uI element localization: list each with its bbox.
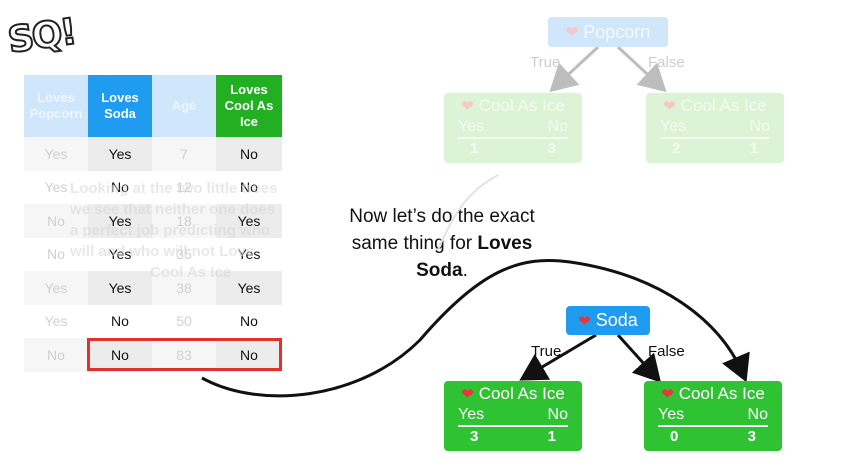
heart-icon: ❤ bbox=[578, 312, 591, 330]
leaf-no-label: No bbox=[547, 406, 568, 423]
faded-leaf-true: ❤ Cool As Ice Yes No 1 3 bbox=[444, 93, 582, 163]
leaf-title: Cool As Ice bbox=[680, 96, 767, 115]
faded-true-edge bbox=[549, 45, 600, 93]
soda-root-node: ❤ Soda bbox=[566, 306, 650, 335]
soda-leaf-true: ❤ Cool As Ice Yes No 3 1 bbox=[444, 381, 582, 451]
leaf-no-count: 1 bbox=[749, 140, 758, 157]
slide: SQ! Loves Popcorn Loves Soda Age Loves C… bbox=[0, 0, 848, 473]
heart-icon: ❤ bbox=[461, 98, 474, 115]
heart-icon: ❤ bbox=[661, 386, 674, 403]
faded-true-label: True bbox=[530, 54, 561, 71]
leaf-yes-count: 1 bbox=[470, 140, 479, 157]
leaf-yes-label: Yes bbox=[658, 406, 685, 423]
leaf-no-count: 3 bbox=[547, 140, 556, 157]
faded-false-label: False bbox=[648, 54, 685, 71]
leaf-yes-count: 0 bbox=[670, 428, 679, 445]
faded-root-label: Popcorn bbox=[583, 21, 651, 42]
leaf-title: Cool As Ice bbox=[478, 96, 565, 115]
leaf-title: Cool As Ice bbox=[678, 384, 765, 403]
leaf-no-label: No bbox=[747, 406, 768, 423]
leaf-no-count: 1 bbox=[547, 428, 556, 445]
leaf-no-count: 3 bbox=[747, 428, 756, 445]
leaf-yes-count: 3 bbox=[470, 428, 479, 445]
soda-root-label: Soda bbox=[595, 310, 638, 330]
leaf-yes-label: Yes bbox=[458, 406, 485, 423]
heart-icon: ❤ bbox=[663, 98, 676, 115]
leaf-yes-count: 2 bbox=[672, 140, 681, 157]
faded-leaf-false: ❤ Cool As Ice Yes No 2 1 bbox=[646, 93, 784, 163]
soda-true-label: True bbox=[531, 343, 562, 360]
leaf-yes-label: Yes bbox=[660, 118, 687, 135]
heart-icon: ❤ bbox=[565, 24, 579, 41]
leaf-no-label: No bbox=[547, 118, 568, 135]
faded-curve bbox=[437, 174, 499, 251]
heart-icon: ❤ bbox=[461, 386, 474, 403]
leaf-yes-label: Yes bbox=[458, 118, 485, 135]
soda-leaf-false: ❤ Cool As Ice Yes No 0 3 bbox=[644, 381, 782, 451]
soda-false-label: False bbox=[648, 343, 685, 360]
leaf-no-label: No bbox=[749, 118, 770, 135]
s-curve-arrow bbox=[201, 258, 750, 398]
faded-root-node: ❤ Popcorn bbox=[548, 17, 668, 47]
leaf-title: Cool As Ice bbox=[478, 384, 565, 403]
